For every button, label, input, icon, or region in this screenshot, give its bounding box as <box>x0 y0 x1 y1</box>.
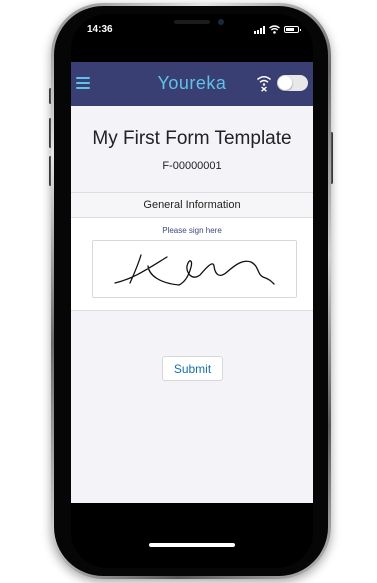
signature-stroke <box>114 254 275 286</box>
cellular-signal-icon <box>254 25 265 34</box>
stage: 14:36 Youreka My First Form Template F-0… <box>0 0 377 583</box>
submit-button[interactable]: Submit <box>162 356 223 381</box>
signature-pad[interactable] <box>92 240 297 298</box>
signature-prompt: Please sign here <box>162 226 222 235</box>
home-indicator[interactable] <box>149 543 235 547</box>
app-header: Youreka <box>71 62 313 106</box>
form-number: F-00000001 <box>162 160 222 172</box>
toggle-knob <box>278 76 292 90</box>
status-time: 14:36 <box>87 24 113 35</box>
speaker-grille <box>174 20 210 24</box>
phone-screen: 14:36 Youreka My First Form Template F-0… <box>71 14 313 568</box>
wifi-off-icon <box>257 76 271 92</box>
front-camera <box>218 19 224 25</box>
battery-icon <box>284 26 301 33</box>
form-title: My First Form Template <box>92 128 292 149</box>
section-header[interactable]: General Information <box>71 192 313 218</box>
section-body: Please sign here <box>71 218 313 311</box>
form-content: My First Form Template F-00000001 Genera… <box>71 106 313 503</box>
status-icons <box>254 24 301 35</box>
offline-mode-toggle[interactable] <box>277 75 308 91</box>
wifi-icon <box>269 25 280 34</box>
notch <box>129 14 255 36</box>
